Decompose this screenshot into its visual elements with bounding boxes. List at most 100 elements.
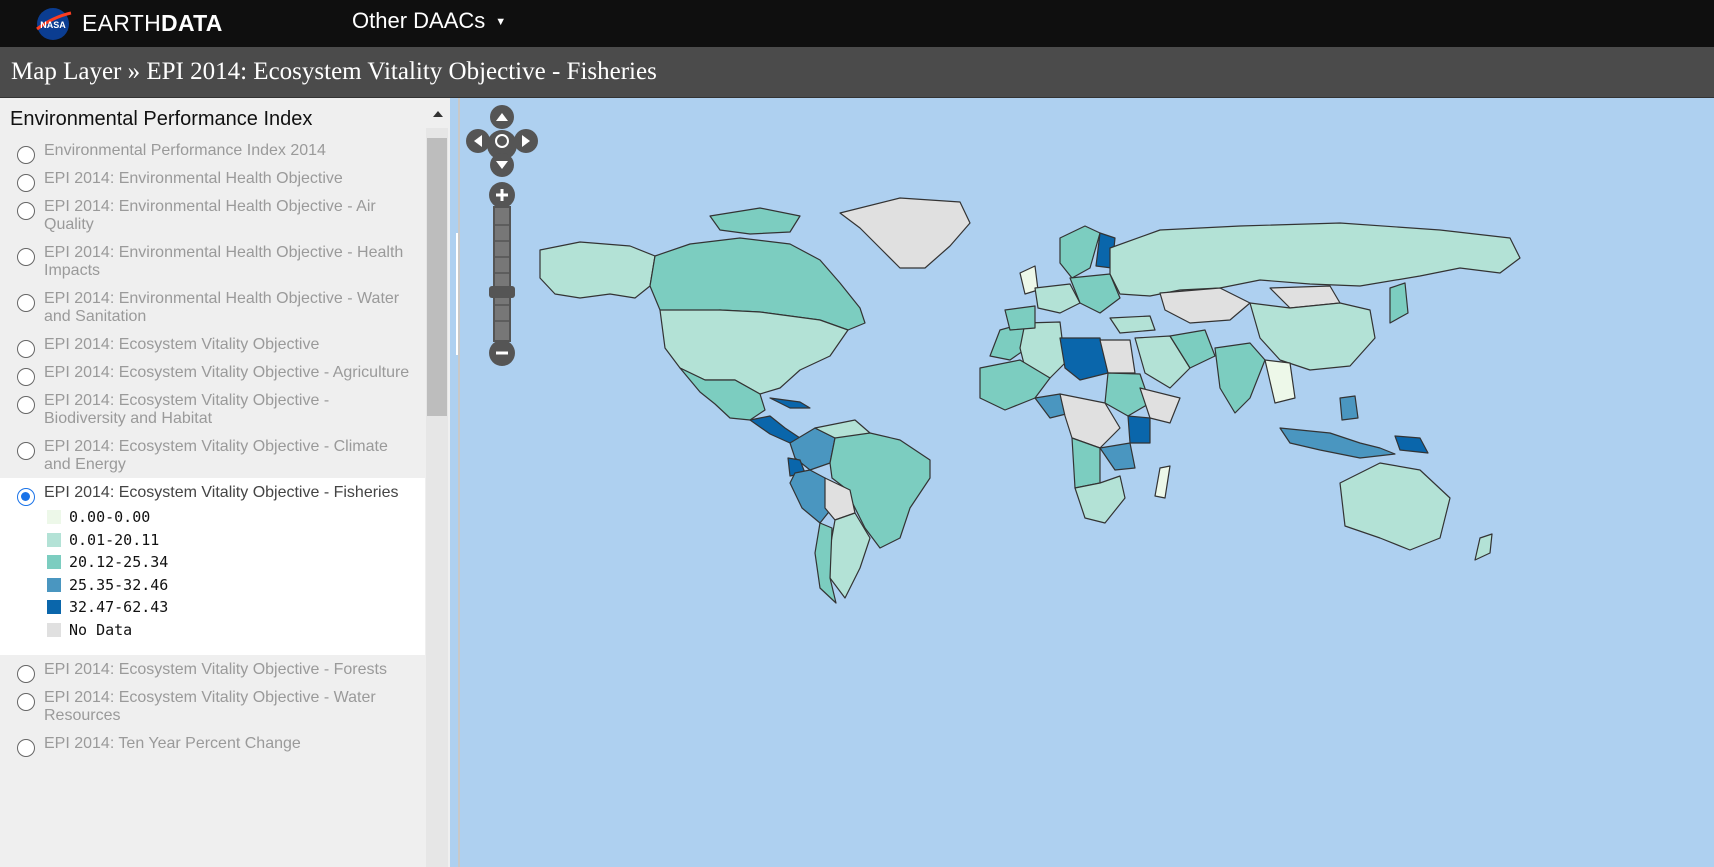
country-india — [1214, 342, 1266, 414]
earthdata-brand[interactable]: EARTHDATA — [82, 9, 223, 37]
layer-item[interactable]: EPI 2014: Ecosystem Vitality Objective -… — [0, 478, 425, 655]
layer-label[interactable]: EPI 2014: Ecosystem Vitality Objective -… — [44, 392, 415, 428]
other-daacs-menu[interactable]: Other DAACs ▼ — [352, 8, 506, 35]
layer-radio[interactable] — [17, 368, 35, 386]
layer-radio[interactable] — [17, 739, 35, 757]
legend-swatch — [47, 510, 61, 525]
country-new-zealand — [1474, 533, 1493, 561]
country-indonesia — [1279, 427, 1396, 459]
country-tanzania — [1099, 442, 1136, 471]
layer-item[interactable]: EPI 2014: Ten Year Percent Change — [0, 729, 425, 757]
layer-item[interactable]: EPI 2014: Ecosystem Vitality Objective -… — [0, 432, 425, 478]
legend-swatch — [47, 622, 61, 637]
nasa-logo[interactable]: NASA — [33, 7, 73, 41]
zoom-control[interactable] — [488, 181, 516, 367]
layer-label[interactable]: EPI 2014: Ecosystem Vitality Objective -… — [44, 364, 415, 382]
country-iberia — [1004, 305, 1036, 331]
country-russia — [1109, 222, 1521, 297]
country-southeast-asia — [1264, 359, 1296, 404]
layer-radio[interactable] — [17, 174, 35, 192]
country-papua — [1394, 435, 1429, 454]
layer-radio[interactable] — [17, 146, 35, 164]
legend-label: 20.12-25.34 — [69, 553, 169, 572]
country-turkey — [1109, 315, 1156, 334]
country-central-america — [749, 415, 801, 444]
layer-item[interactable]: EPI 2014: Environmental Health Objective… — [0, 192, 425, 238]
legend-label: No Data — [69, 620, 133, 639]
layer-item[interactable]: EPI 2014: Ecosystem Vitality Objective -… — [0, 386, 425, 432]
world-map[interactable] — [460, 98, 1714, 867]
legend-label: 32.47-62.43 — [69, 598, 169, 617]
layer-item[interactable]: EPI 2014: Ecosystem Vitality Objective -… — [0, 683, 425, 729]
country-usa — [659, 309, 849, 395]
brand-light: EARTH — [82, 10, 162, 36]
layer-label[interactable]: EPI 2014: Ecosystem Vitality Objective -… — [44, 661, 415, 679]
country-japan — [1389, 282, 1409, 324]
legend-label: 25.35-32.46 — [69, 575, 169, 594]
legend-entry: 20.12-25.34 — [47, 551, 415, 574]
page-title: Map Layer » EPI 2014: Ecosystem Vitality… — [11, 58, 657, 85]
country-madagascar — [1154, 465, 1171, 499]
layer-label[interactable]: EPI 2014: Ecosystem Vitality Objective — [44, 336, 415, 354]
svg-text:NASA: NASA — [40, 20, 66, 30]
layer-label[interactable]: EPI 2014: Environmental Health Objective… — [44, 290, 415, 326]
zoom-slider-thumb[interactable] — [489, 286, 515, 298]
country-scandinavia — [1059, 225, 1101, 279]
layer-item[interactable]: EPI 2014: Ecosystem Vitality Objective — [0, 330, 425, 358]
layer-label[interactable]: EPI 2014: Ecosystem Vitality Objective -… — [44, 484, 415, 502]
layer-radio[interactable] — [17, 340, 35, 358]
layer-label[interactable]: EPI 2014: Environmental Health Objective… — [44, 244, 415, 280]
legend-label: 0.00-0.00 — [69, 508, 151, 527]
other-daacs-label: Other DAACs — [352, 8, 486, 33]
layer-label[interactable]: EPI 2014: Ten Year Percent Change — [44, 735, 415, 753]
layer-label[interactable]: EPI 2014: Ecosystem Vitality Objective -… — [44, 438, 415, 474]
brand-bold: DATA — [161, 10, 223, 36]
top-navigation-bar: NASA EARTHDATA Other DAACs ▼ — [0, 0, 1714, 47]
layer-list: Environmental Performance Index 2014 EPI … — [0, 136, 425, 757]
country-philippines — [1339, 395, 1359, 421]
layer-item[interactable]: EPI 2014: Ecosystem Vitality Objective -… — [0, 358, 425, 386]
layer-radio[interactable] — [17, 665, 35, 683]
page-title-bar: Map Layer » EPI 2014: Ecosystem Vitality… — [0, 47, 1714, 98]
legend-swatch — [47, 532, 61, 547]
legend-entry: 32.47-62.43 — [47, 596, 415, 619]
layer-item[interactable]: Environmental Performance Index 2014 — [0, 136, 425, 164]
layer-item[interactable]: EPI 2014: Environmental Health Objective… — [0, 284, 425, 330]
legend-entry: No Data — [47, 619, 415, 642]
layer-radio[interactable] — [17, 488, 35, 506]
layer-item[interactable]: EPI 2014: Environmental Health Objective — [0, 164, 425, 192]
layer-radio[interactable] — [17, 396, 35, 414]
legend-entry: 25.35-32.46 — [47, 574, 415, 597]
legend-swatch — [47, 555, 61, 570]
layer-item[interactable]: EPI 2014: Ecosystem Vitality Objective -… — [0, 655, 425, 683]
sidebar-heading: Environmental Performance Index — [10, 108, 313, 130]
layer-label[interactable]: EPI 2014: Ecosystem Vitality Objective -… — [44, 689, 415, 725]
layer-radio[interactable] — [17, 294, 35, 312]
layer-radio[interactable] — [17, 442, 35, 460]
layer-radio[interactable] — [17, 693, 35, 711]
legend-entry: 0.01-20.11 — [47, 529, 415, 552]
map-viewport[interactable] — [458, 98, 1714, 867]
country-kazakhstan — [1159, 287, 1251, 324]
country-canada-islands — [709, 207, 801, 235]
collapse-up-icon[interactable] — [430, 106, 446, 122]
layer-radio[interactable] — [17, 248, 35, 266]
country-kenya — [1127, 415, 1151, 444]
country-alaska — [539, 241, 656, 299]
country-greenland — [839, 197, 971, 269]
country-cuba — [769, 397, 811, 409]
country-australia — [1339, 462, 1451, 551]
scrollbar-thumb[interactable] — [427, 138, 447, 416]
legend-label: 0.01-20.11 — [69, 530, 160, 549]
legend-swatch — [47, 600, 61, 615]
layer-label[interactable]: EPI 2014: Environmental Health Objective… — [44, 198, 415, 234]
layer-label[interactable]: Environmental Performance Index 2014 — [44, 142, 415, 160]
dropdown-caret-icon: ▼ — [495, 16, 507, 29]
pan-control[interactable] — [464, 103, 540, 177]
legend-swatch — [47, 577, 61, 592]
layer-item[interactable]: EPI 2014: Environmental Health Objective… — [0, 238, 425, 284]
legend-entry: 0.00-0.00 — [47, 506, 415, 529]
legend: 0.00-0.00 0.01-20.11 20.12-25.34 25.35-32.4… — [47, 506, 415, 641]
layer-label[interactable]: EPI 2014: Environmental Health Objective — [44, 170, 415, 188]
layer-radio[interactable] — [17, 202, 35, 220]
